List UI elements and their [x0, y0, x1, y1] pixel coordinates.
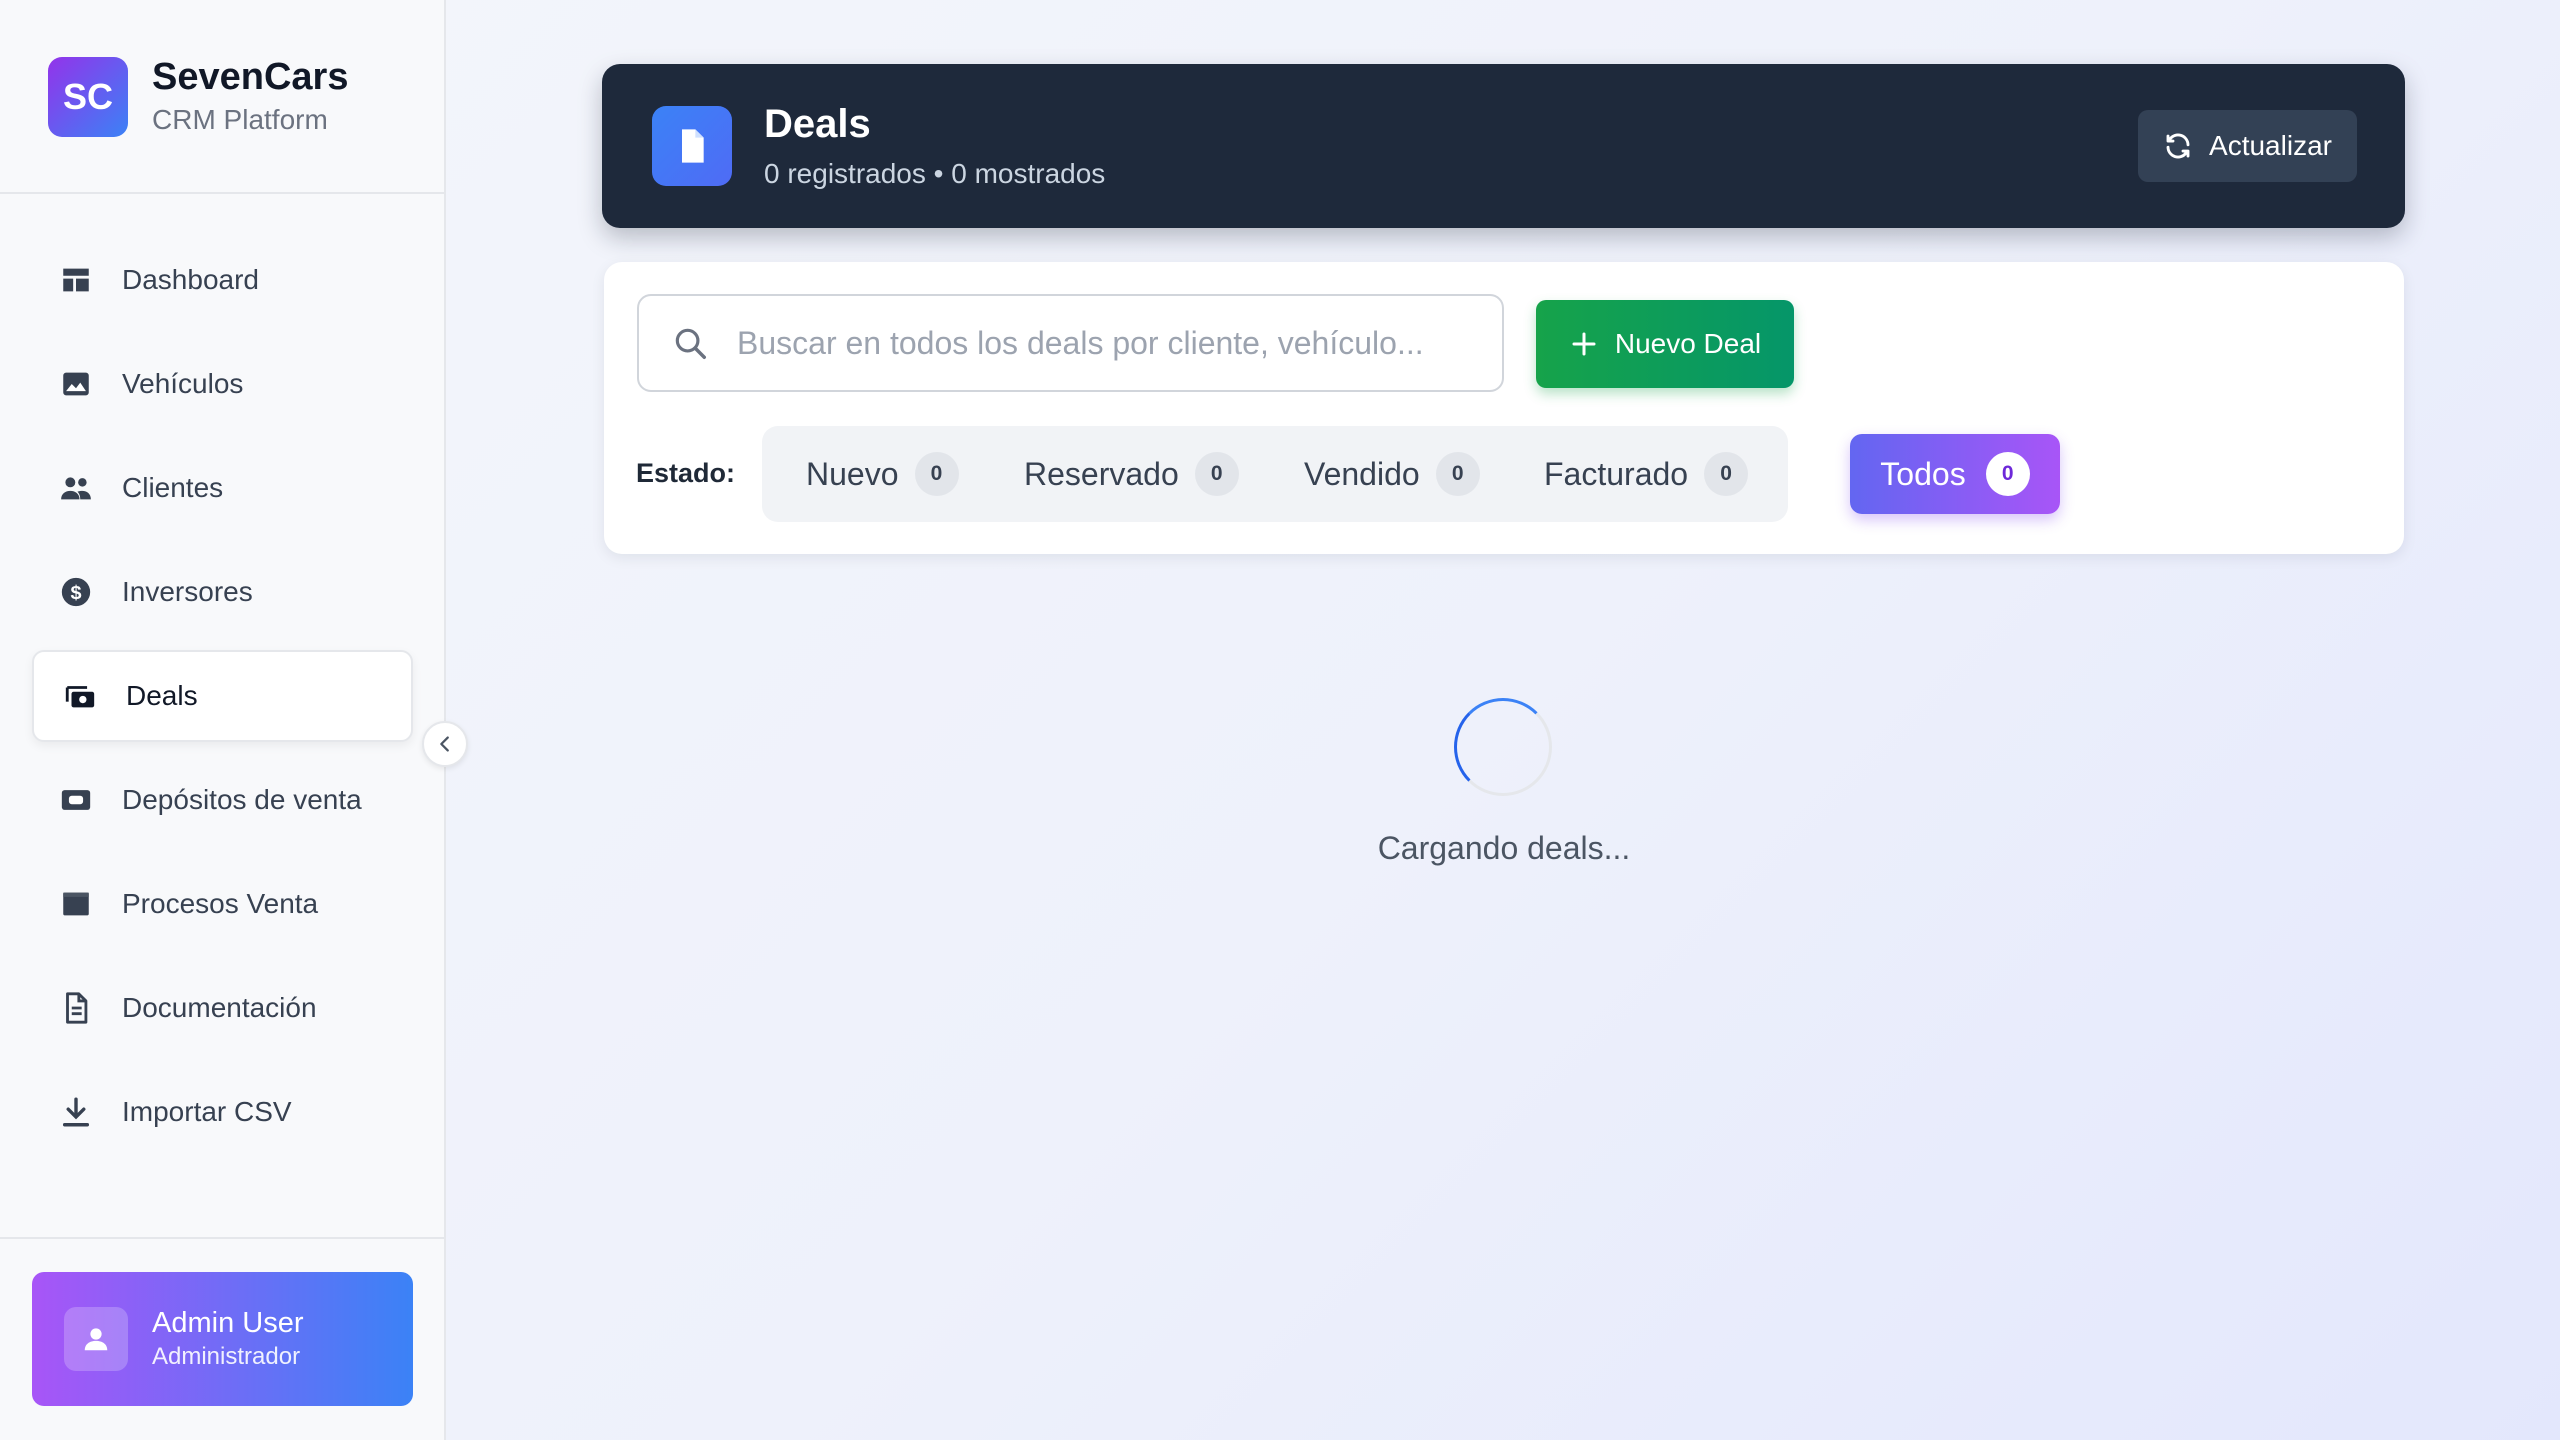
sidebar-item-depositos[interactable]: Depósitos de venta: [32, 754, 413, 846]
status-label: Nuevo: [806, 455, 899, 492]
brand-name: SevenCars: [152, 56, 349, 98]
sidebar-item-label: Inversores: [122, 576, 253, 607]
user-role: Administrador: [152, 1343, 301, 1370]
new-deal-button-label: Nuevo Deal: [1614, 328, 1762, 359]
sidebar-item-deals[interactable]: Deals: [32, 650, 413, 742]
page-subtitle: 0 registrados • 0 mostrados: [764, 158, 1106, 189]
sidebar-item-importar[interactable]: Importar CSV: [32, 1066, 413, 1158]
count-badge: 0: [1194, 452, 1239, 496]
image-icon: [58, 366, 94, 402]
search-input[interactable]: [735, 323, 1479, 363]
user-profile-card[interactable]: Admin User Administrador: [32, 1272, 413, 1406]
refresh-button-label: Actualizar: [2209, 130, 2332, 161]
status-label: Todos: [1880, 455, 1966, 492]
count-badge: 0: [914, 452, 959, 496]
status-label: Vendido: [1304, 455, 1420, 492]
loading-text: Cargando deals...: [1377, 830, 1631, 866]
file-icon: [652, 106, 732, 186]
search-box[interactable]: [637, 294, 1504, 392]
filters-panel: Nuevo Deal Estado: Nuevo 0 Reservado 0 V…: [604, 262, 2404, 554]
collapse-sidebar-button[interactable]: [422, 721, 468, 767]
sidebar-item-label: Dashboard: [122, 264, 259, 295]
chevron-left-icon: [440, 736, 449, 752]
sidebar-item-label: Depósitos de venta: [122, 784, 362, 815]
sidebar-item-dashboard[interactable]: Dashboard: [32, 234, 413, 326]
count-badge: 0: [1704, 452, 1749, 496]
status-filter-vendido[interactable]: Vendido 0: [1304, 426, 1480, 522]
user-icon: [64, 1307, 128, 1371]
status-filter-todos[interactable]: Todos 0: [1850, 434, 2060, 514]
sidebar-item-inversores[interactable]: $ Inversores: [32, 546, 413, 638]
user-name: Admin User: [152, 1307, 304, 1339]
sidebar-item-vehiculos[interactable]: Vehículos: [32, 338, 413, 430]
status-label: Reservado: [1024, 455, 1179, 492]
page-header: Deals 0 registrados • 0 mostrados Actual…: [602, 64, 2405, 228]
sidebar-item-label: Clientes: [122, 472, 224, 503]
sidebar-item-label: Deals: [126, 680, 198, 711]
money-stack-icon: [62, 678, 98, 714]
loading-spinner: [1454, 698, 1552, 796]
brand[interactable]: SC SevenCars CRM Platform: [48, 55, 348, 139]
dollar-icon: $: [58, 574, 94, 610]
sidebar-item-documentacion[interactable]: Documentación: [32, 962, 413, 1054]
sidebar-nav: Dashboard Vehículos Clientes $ Inversore…: [32, 234, 413, 1170]
refresh-icon: [2166, 133, 2190, 159]
sidebar-item-label: Procesos Venta: [122, 888, 319, 919]
count-badge: 0: [1435, 452, 1480, 496]
sidebar-item-label: Documentación: [122, 992, 317, 1023]
search-icon: [671, 323, 711, 363]
wallet-icon: [58, 782, 94, 818]
status-filter-group: Nuevo 0 Reservado 0 Vendido 0 Facturado …: [762, 426, 1788, 522]
sidebar-item-procesos[interactable]: Procesos Venta: [32, 858, 413, 950]
dashboard-icon: [58, 262, 94, 298]
new-deal-button[interactable]: Nuevo Deal: [1536, 300, 1794, 388]
status-filter-reservado[interactable]: Reservado 0: [1024, 426, 1239, 522]
status-filter-nuevo[interactable]: Nuevo 0: [806, 426, 959, 522]
download-icon: [58, 1094, 94, 1130]
svg-text:$: $: [70, 582, 81, 604]
sidebar-divider: [0, 192, 446, 194]
plus-icon: [1572, 332, 1596, 356]
status-label: Facturado: [1544, 455, 1689, 492]
sidebar-item-label: Importar CSV: [122, 1096, 292, 1127]
process-icon: [58, 886, 94, 922]
count-badge: 0: [1985, 452, 2030, 496]
brand-logo: SC: [48, 57, 128, 137]
users-icon: [58, 470, 94, 506]
estado-label: Estado:: [636, 458, 736, 488]
refresh-button[interactable]: Actualizar: [2138, 110, 2357, 182]
sidebar-item-clientes[interactable]: Clientes: [32, 442, 413, 534]
brand-subtitle: CRM Platform: [152, 104, 328, 135]
sidebar: SC SevenCars CRM Platform Dashboard Vehí…: [0, 0, 446, 1440]
sidebar-item-label: Vehículos: [122, 368, 244, 399]
status-filter-facturado[interactable]: Facturado 0: [1544, 426, 1749, 522]
sidebar-divider: [0, 1237, 446, 1239]
page-title: Deals: [764, 102, 871, 146]
document-icon: [58, 990, 94, 1026]
